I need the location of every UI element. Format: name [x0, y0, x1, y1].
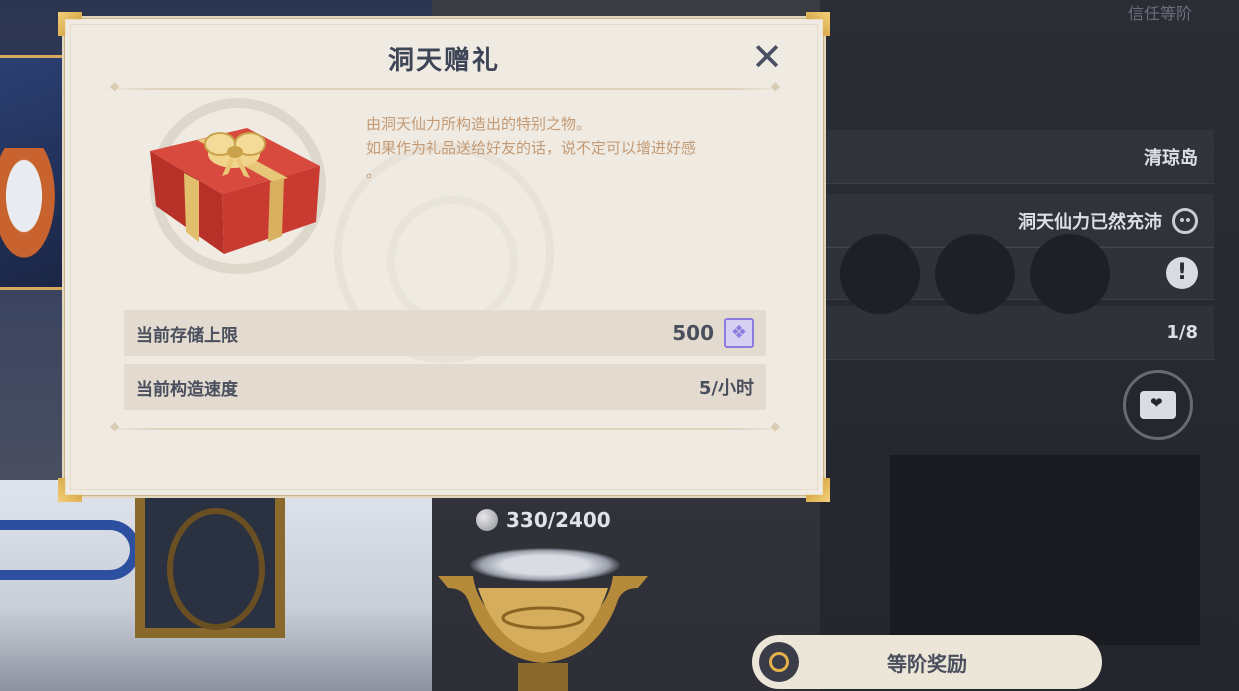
realm-gift-dialog: 洞天赠礼 ✕ 由洞天仙力所构造出的特别之物。 如果作为礼品送给好友的话，说不定可…	[58, 12, 826, 498]
coin-icon	[476, 509, 498, 531]
tier-ring-icon	[759, 642, 799, 682]
chest-heart-icon	[1140, 391, 1176, 419]
description-line: 由洞天仙力所构造出的特别之物。	[366, 115, 592, 133]
companion-slot[interactable]	[1030, 234, 1110, 314]
exclamation-icon[interactable]: !	[1166, 256, 1198, 289]
description-line: 。	[366, 163, 382, 181]
companion-count-row: 1/8	[820, 306, 1214, 360]
corner-ornament	[806, 478, 830, 502]
companion-slot[interactable]	[840, 234, 920, 314]
item-description: 由洞天仙力所构造出的特别之物。 如果作为礼品送给好友的话，说不定可以增进好感 。	[366, 112, 766, 184]
location-name: 清琼岛	[1144, 147, 1198, 169]
gift-preview	[142, 96, 332, 276]
tier-rewards-button[interactable]: 等阶奖励	[752, 635, 1102, 689]
companion-count: 1/8	[1166, 322, 1198, 343]
storage-limit-row: 当前存储上限 500 ❖	[124, 310, 766, 356]
corner-ornament	[806, 12, 830, 36]
stat-value: 5/小时	[698, 378, 754, 399]
cloth-wave-pattern	[0, 520, 140, 580]
corner-ornament	[58, 12, 82, 36]
trust-rank-label: 信任等阶	[1127, 4, 1192, 23]
lantern-decoration	[135, 488, 285, 638]
gift-box-icon	[150, 128, 320, 254]
stat-value: 500	[672, 321, 714, 345]
description-line: 如果作为礼品送给好友的话，说不定可以增进好感	[366, 139, 697, 157]
stat-label: 当前存储上限	[136, 325, 238, 346]
teapot-spirit-icon	[1172, 207, 1198, 234]
character-banner	[0, 55, 70, 290]
stat-label: 当前构造速度	[136, 379, 238, 400]
companion-slot[interactable]	[935, 234, 1015, 314]
treasure-bowl-icon[interactable]	[438, 558, 648, 691]
chest-button[interactable]	[1123, 370, 1193, 440]
tier-rewards-label: 等阶奖励	[887, 651, 967, 676]
divider	[102, 419, 788, 433]
divider	[102, 79, 788, 93]
corner-ornament	[58, 478, 82, 502]
coin-counter: 330/2400	[476, 508, 611, 532]
coin-amount: 330/2400	[506, 508, 611, 532]
build-speed-row: 当前构造速度 5/小时	[124, 364, 766, 410]
dialog-title: 洞天赠礼	[387, 46, 500, 76]
close-icon[interactable]: ✕	[750, 38, 784, 76]
realm-currency-icon: ❖	[724, 318, 754, 348]
adeptal-status-text: 洞天仙力已然充沛	[1018, 211, 1162, 233]
location-row: 清琼岛	[820, 130, 1214, 184]
